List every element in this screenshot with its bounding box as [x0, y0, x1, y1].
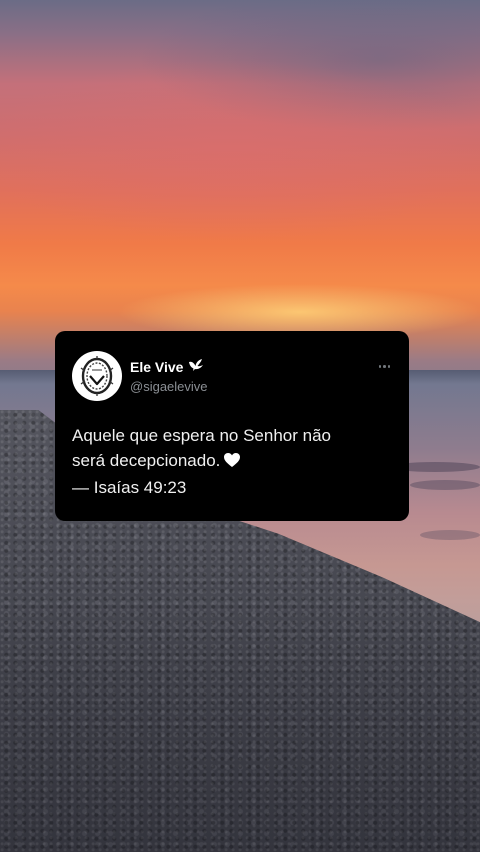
user-handle[interactable]: @sigaelevive [130, 378, 208, 395]
display-name[interactable]: Ele Vive [130, 358, 183, 376]
crown-of-thorns-icon [80, 356, 114, 396]
wave [410, 480, 480, 490]
beach-shadow [0, 600, 480, 852]
avatar[interactable] [72, 351, 122, 401]
background-scene: Ele Vive @sigaelevive Aquele que espera … [0, 0, 480, 852]
tweet-line-with-emoji: será decepcionado. [72, 448, 392, 475]
dove-icon [188, 358, 204, 377]
tweet-card[interactable]: Ele Vive @sigaelevive Aquele que espera … [55, 331, 409, 521]
name-row: Ele Vive [130, 358, 208, 377]
user-info: Ele Vive @sigaelevive [130, 358, 208, 395]
tweet-header: Ele Vive @sigaelevive [72, 351, 392, 401]
wave [420, 530, 480, 540]
tweet-line: Aquele que espera no Senhor não [72, 426, 331, 445]
more-options-icon[interactable] [378, 365, 390, 368]
tweet-line: — Isaías 49:23 [72, 478, 187, 497]
white-heart-icon [223, 450, 241, 475]
tweet-line: será decepcionado. [72, 451, 221, 470]
tweet-text: Aquele que espera no Senhor não será dec… [72, 423, 392, 500]
